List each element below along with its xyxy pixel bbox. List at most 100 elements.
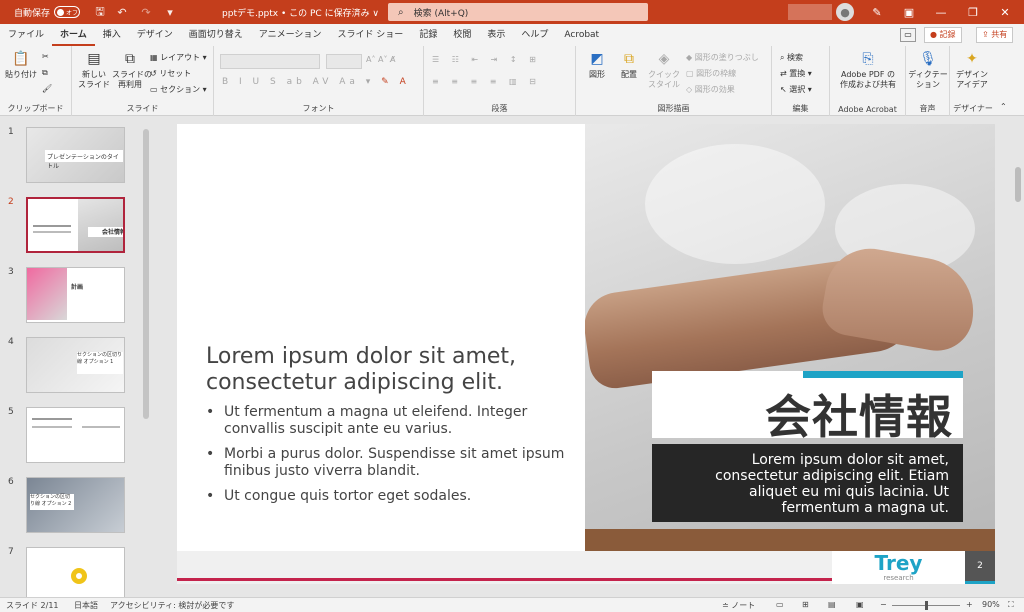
- tab-insert[interactable]: 挿入: [95, 24, 129, 46]
- autosave-label: 自動保存: [14, 8, 51, 19]
- highlight-icon[interactable]: ✎: [381, 77, 393, 87]
- customize-toolbar-icon[interactable]: ▾: [162, 4, 178, 20]
- slide-sorter-icon[interactable]: ⊞: [802, 600, 809, 609]
- slide-thumbnail-1[interactable]: 1 プレゼンテーションのタイトル: [0, 117, 140, 183]
- dictate-button[interactable]: 🎙 ディクテー ション: [908, 50, 948, 90]
- normal-view-icon[interactable]: ▭: [776, 600, 784, 609]
- create-pdf-button[interactable]: ⎘ Adobe PDF の 作成および共有: [834, 50, 902, 90]
- zoom-in-icon[interactable]: +: [966, 600, 973, 609]
- select-button[interactable]: ↖ 選択 ▾: [780, 84, 812, 95]
- editor-scrollbar[interactable]: [1012, 117, 1024, 597]
- slide-thumbnail-3[interactable]: 3 計画: [0, 257, 140, 323]
- font-size-buttons[interactable]: A˄ A˅ A̸: [366, 55, 396, 64]
- close-icon[interactable]: ✕: [990, 0, 1020, 24]
- font-color-icon[interactable]: A: [400, 77, 410, 87]
- thumbnail-scrollbar[interactable]: [141, 117, 152, 597]
- font-size-field[interactable]: [326, 54, 362, 69]
- autosave-toggle[interactable]: オフ: [54, 6, 81, 18]
- align-buttons[interactable]: ≡ ≡ ≡ ≡ ▥ ⊟: [432, 77, 541, 86]
- tab-review[interactable]: 校閲: [445, 24, 479, 46]
- share-button[interactable]: ⇪ 共有: [976, 27, 1014, 43]
- slide-canvas[interactable]: 会社情報 Lorem ipsum dolor sit amet, consect…: [177, 124, 995, 584]
- avatar[interactable]: ●: [836, 3, 854, 21]
- ribbon-display-icon[interactable]: ▣: [894, 0, 924, 24]
- tab-help[interactable]: ヘルプ: [513, 24, 556, 46]
- reuse-slides-icon: ⧉: [125, 51, 135, 67]
- layout-button[interactable]: ▦ レイアウト ▾: [150, 52, 207, 63]
- tab-record[interactable]: 記録: [411, 24, 445, 46]
- language-indicator[interactable]: 日本語: [74, 600, 98, 611]
- accessibility-status[interactable]: アクセシビリティ: 検討が必要です: [110, 600, 234, 611]
- quick-styles-button[interactable]: ◈ クイック スタイル: [646, 50, 682, 90]
- arrange-button[interactable]: ⧉ 配置: [614, 50, 644, 80]
- slideshow-icon[interactable]: ▣: [856, 600, 864, 609]
- pen-icon[interactable]: ✎: [862, 0, 892, 24]
- shape-fill-button[interactable]: ◆ 図形の塗りつぶし: [686, 52, 759, 63]
- undo-icon[interactable]: ↶: [114, 4, 130, 20]
- new-slide-button[interactable]: ▤ 新しい スライド: [76, 50, 112, 90]
- shape-effects-button[interactable]: ◇ 図形の効果: [686, 84, 735, 95]
- thumb-number: 1: [8, 127, 14, 137]
- scroll-thumb[interactable]: [1015, 167, 1021, 202]
- slide-thumbnail-2[interactable]: 2 会社情報: [0, 187, 140, 253]
- clear-format-icon[interactable]: A̸: [390, 55, 395, 64]
- tab-animations[interactable]: アニメーション: [251, 24, 330, 46]
- design-ideas-button[interactable]: ✦ デザイン アイデア: [952, 50, 992, 90]
- slide-thumbnail-6[interactable]: 6 セクションの区切り線 オプション 2: [0, 467, 140, 533]
- thumb-preview: セクションの区切り線 オプション 2: [26, 477, 125, 533]
- record-button[interactable]: ● 記録: [924, 27, 962, 43]
- reset-button[interactable]: ↺ リセット: [150, 68, 191, 79]
- card-body-box[interactable]: Lorem ipsum dolor sit amet, consectetur …: [652, 444, 963, 522]
- section-button[interactable]: ▭ セクション ▾: [150, 84, 207, 95]
- tab-slideshow[interactable]: スライド ショー: [329, 24, 411, 46]
- cut-icon[interactable]: ✂: [42, 52, 49, 61]
- shapes-button[interactable]: ◩ 図形: [582, 50, 612, 80]
- slide-thumbnail-5[interactable]: 5: [0, 397, 140, 463]
- clipboard-group: 📋 貼り付け ✂ ⧉ 🖌 クリップボード: [0, 46, 72, 116]
- slide-counter: スライド 2/11: [6, 601, 59, 610]
- font-style-buttons[interactable]: B I U S ab AV Aa ▾ ✎ A: [222, 77, 410, 87]
- zoom-level[interactable]: 90%: [982, 600, 1000, 609]
- card-title: 会社情報: [765, 390, 953, 444]
- tab-acrobat[interactable]: Acrobat: [556, 24, 607, 46]
- tab-home[interactable]: ホーム: [52, 24, 95, 46]
- restore-icon[interactable]: ❐: [958, 0, 988, 24]
- list-buttons[interactable]: ☰ ☷ ⇤ ⇥ ↕ ⊞: [432, 55, 541, 64]
- tab-view[interactable]: 表示: [479, 24, 513, 46]
- ribbon: 📋 貼り付け ✂ ⧉ 🖌 クリップボード ▤ 新しい スライド ⧉ スライドの 再利用…: [0, 46, 1024, 116]
- card-title-box[interactable]: 会社情報: [652, 371, 963, 444]
- find-button[interactable]: ⌕ 検索: [780, 52, 803, 63]
- font-name-field[interactable]: [220, 54, 320, 69]
- account-name-box[interactable]: [788, 4, 832, 20]
- reading-view-icon[interactable]: ▤: [828, 600, 836, 609]
- bullet-list[interactable]: Ut fermentum a magna ut eleifend. Intege…: [206, 404, 566, 513]
- zoom-out-icon[interactable]: −: [880, 600, 887, 609]
- slide-heading[interactable]: Lorem ipsum dolor sit amet, consectetur …: [206, 344, 566, 396]
- thumb-preview: 会社情報: [26, 197, 125, 253]
- comment-icon[interactable]: ▭: [900, 28, 916, 42]
- tab-transitions[interactable]: 画面切り替え: [181, 24, 251, 46]
- save-icon[interactable]: 🖫: [92, 4, 108, 20]
- copy-icon[interactable]: ⧉: [42, 68, 48, 78]
- paste-button[interactable]: 📋 貼り付け: [4, 50, 38, 80]
- format-painter-icon[interactable]: 🖌: [42, 84, 52, 93]
- search-input[interactable]: ⌕ 検索 (Alt+Q): [388, 3, 648, 21]
- zoom-slider-knob[interactable]: [925, 601, 928, 610]
- fit-to-window-icon[interactable]: ⛶: [1008, 600, 1014, 610]
- redo-icon[interactable]: ↷: [138, 4, 154, 20]
- reuse-slides-button[interactable]: ⧉ スライドの 再利用: [112, 50, 152, 90]
- tab-file[interactable]: ファイル: [0, 24, 52, 46]
- tab-design[interactable]: デザイン: [129, 24, 181, 46]
- shape-outline-button[interactable]: ▢ 図形の枠線: [686, 68, 736, 79]
- notes-button[interactable]: ≐ ノート: [722, 600, 755, 611]
- minimize-icon[interactable]: —: [926, 0, 956, 24]
- slide-thumbnail-4[interactable]: 4 セクションの区切り線 オプション 1: [0, 327, 140, 393]
- reuse-slides-label: スライドの 再利用: [112, 70, 152, 89]
- document-title[interactable]: pptデモ.pptx • この PC に保存済み ∨: [222, 6, 379, 19]
- collapse-ribbon-icon[interactable]: ⌃: [1000, 102, 1007, 111]
- thumb-photo: [27, 268, 67, 320]
- replace-button[interactable]: ⇄ 置換 ▾: [780, 68, 812, 79]
- scroll-thumb[interactable]: [143, 129, 149, 419]
- slide-thumbnail-7[interactable]: 7: [0, 537, 140, 603]
- slides-group: ▤ 新しい スライド ⧉ スライドの 再利用 ▦ レイアウト ▾ ↺ リセット ▭ …: [72, 46, 214, 116]
